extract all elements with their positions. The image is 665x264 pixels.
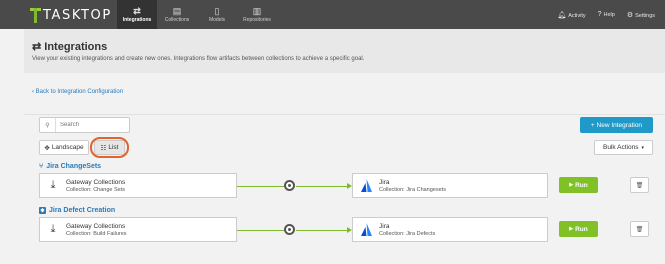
run-label: Run (575, 225, 588, 233)
download-icon: ⤓ (50, 223, 56, 235)
settings-label: Settings (635, 12, 655, 19)
list-highlight-ring (90, 137, 129, 158)
target-collection: Collection: Jira Changesets (379, 186, 446, 193)
delete-button[interactable]: 🗑︎ (630, 221, 649, 237)
trash-icon: 🗑︎ (635, 226, 644, 233)
search-icon: ⚲ (40, 118, 56, 132)
nav-tabs: ⇄ Integrations ▤ Collections ▯ Models ▥ … (117, 0, 277, 29)
tab-label: Repositories (243, 17, 271, 23)
settings-link[interactable]: ⚙ Settings (627, 11, 655, 19)
hub-icon (284, 180, 295, 191)
delete-button[interactable]: 🗑︎ (630, 177, 649, 193)
page-header: ⇄ Integrations View your existing integr… (24, 29, 665, 73)
help-icon: ? (597, 11, 602, 18)
run-button[interactable]: ▶ Run (559, 221, 598, 237)
integration-title[interactable]: ⑂ Jira ChangeSets (39, 163, 101, 170)
models-icon: ▯ (214, 6, 220, 16)
search-box: ⚲ (39, 117, 130, 133)
run-label: Run (575, 181, 588, 189)
arrows-icon: ⇄ (133, 6, 141, 16)
top-nav: TASKTOP ⇄ Integrations ▤ Collections ▯ M… (0, 0, 665, 29)
tab-repositories[interactable]: ▥ Repositories (237, 0, 277, 29)
target-collection-card[interactable]: Jira Collection: Jira Changesets (352, 173, 548, 198)
bulk-actions-label: Bulk Actions (603, 144, 639, 151)
target-name: Jira (379, 222, 390, 230)
tab-label: Collections (164, 17, 190, 23)
jira-icon (353, 178, 379, 193)
integration-name: Jira Defect Creation (49, 207, 116, 214)
tab-collections[interactable]: ▤ Collections (157, 0, 197, 29)
target-collection: Collection: Jira Defects (379, 230, 436, 237)
defect-icon: ✱ (39, 207, 46, 214)
tab-models[interactable]: ▯ Models (197, 0, 237, 29)
flow-line (237, 186, 284, 187)
hub-icon (284, 224, 295, 235)
nav-right: 🔔︎ Activity ? Help ⚙ Settings (557, 0, 655, 29)
play-icon: ▶ (569, 226, 574, 232)
new-integration-button[interactable]: + New Integration (580, 117, 653, 133)
collections-icon: ▤ (172, 6, 182, 16)
tab-label: Models (208, 17, 226, 23)
logo-text: TASKTOP (43, 7, 112, 23)
page-title-text: Integrations (44, 41, 108, 53)
activity-link[interactable]: 🔔︎ Activity (557, 11, 585, 19)
play-icon: ▶ (569, 182, 574, 188)
tasktop-logo[interactable]: TASKTOP (30, 7, 112, 23)
activity-label: Activity (568, 12, 586, 19)
landscape-label: Landscape (51, 144, 84, 151)
landscape-icon: ✥ (44, 144, 50, 152)
landscape-view-button[interactable]: ✥ Landscape (39, 140, 89, 155)
integration-name: Jira ChangeSets (46, 163, 102, 170)
search-input[interactable] (60, 120, 125, 130)
page-description: View your existing integrations and crea… (32, 56, 365, 62)
integration-title[interactable]: ✱ Jira Defect Creation (39, 207, 115, 214)
source-collection: Collection: Build Failures (66, 230, 127, 237)
logo-mark-icon (30, 7, 41, 23)
jira-icon (353, 222, 379, 237)
trash-icon: 🗑︎ (635, 182, 644, 189)
help-label: Help (603, 12, 615, 18)
flow-line (296, 230, 347, 231)
arrows-icon: ⇄ (32, 41, 42, 53)
tab-integrations[interactable]: ⇄ Integrations (117, 0, 157, 29)
run-button[interactable]: ▶ Run (559, 177, 598, 193)
source-name: Gateway Collections (66, 178, 126, 186)
source-collection-card[interactable]: ⤓ Gateway Collections Collection: Build … (39, 217, 237, 242)
back-link-label: Back to Integration Configuration (35, 89, 124, 95)
source-name: Gateway Collections (66, 222, 126, 230)
bell-icon: 🔔︎ (557, 11, 567, 19)
page-title: ⇄ Integrations (32, 40, 107, 53)
back-link[interactable]: ‹ Back to Integration Configuration (32, 89, 123, 95)
gear-icon: ⚙ (626, 11, 634, 19)
source-collection-card[interactable]: ⤓ Gateway Collections Collection: Change… (39, 173, 237, 198)
flow-line (296, 186, 347, 187)
changeset-icon: ⑂ (39, 163, 44, 170)
target-name: Jira (379, 178, 390, 186)
bulk-actions-button[interactable]: Bulk Actions ▾ (594, 140, 653, 155)
repositories-icon: ▥ (252, 6, 262, 16)
flow-line (237, 230, 284, 231)
back-bar: ‹ Back to Integration Configuration (24, 73, 665, 115)
target-collection-card[interactable]: Jira Collection: Jira Defects (352, 217, 548, 242)
chevron-left-icon: ‹ (32, 89, 34, 95)
tab-label: Integrations (122, 17, 152, 23)
source-collection: Collection: Change Sets (66, 186, 126, 193)
help-link[interactable]: ? Help (598, 11, 615, 18)
download-icon: ⤓ (50, 179, 56, 191)
caret-down-icon: ▾ (641, 144, 644, 151)
